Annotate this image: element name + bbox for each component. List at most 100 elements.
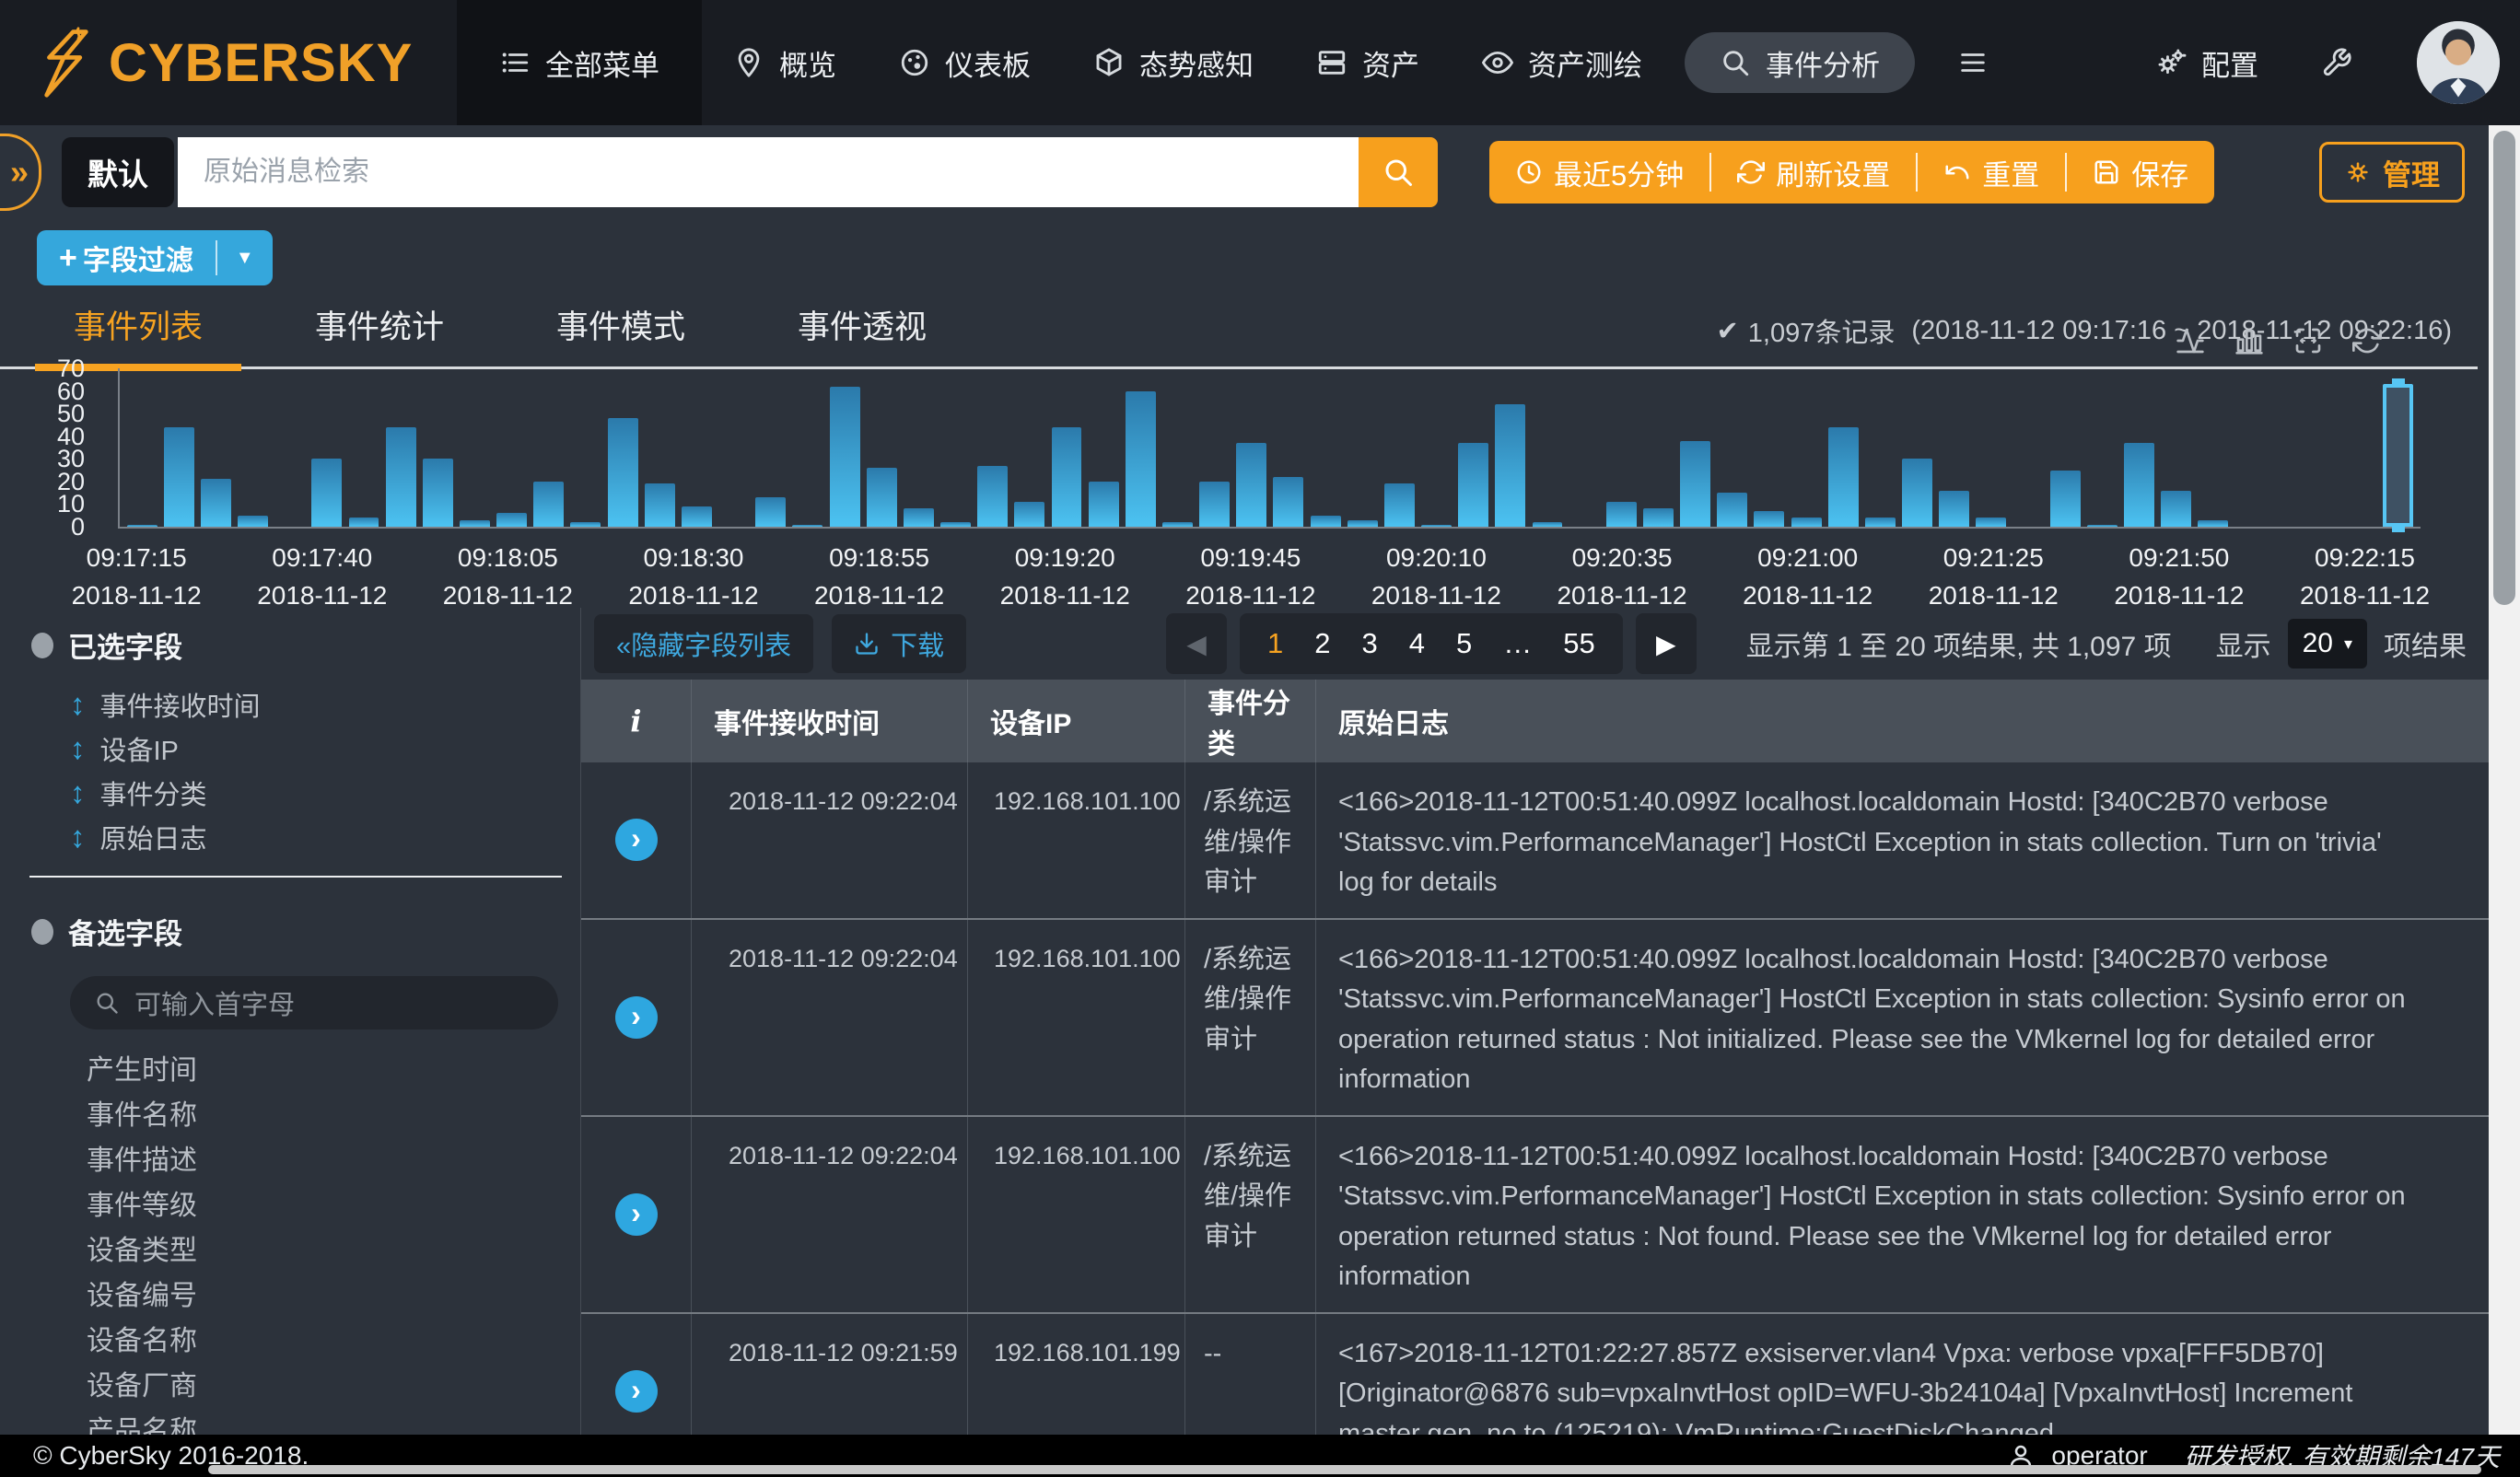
- line-chart-icon[interactable]: [2176, 326, 2205, 355]
- optional-field-item[interactable]: 事件描述: [0, 1134, 580, 1180]
- histogram-slot: [2083, 368, 2120, 527]
- histogram-slot: [567, 368, 604, 527]
- histogram-slot: [1381, 368, 1418, 527]
- nav-item-situation-awareness[interactable]: 态势感知: [1062, 0, 1285, 125]
- histogram-bar: [533, 482, 564, 527]
- hide-field-list-button[interactable]: «隐藏字段列表: [594, 614, 813, 673]
- histogram-bar: [1643, 508, 1674, 527]
- table-row[interactable]: ›2018-11-12 09:21:59192.168.101.199--<16…: [581, 1314, 2489, 1436]
- row-expand-icon[interactable]: ›: [615, 996, 658, 1039]
- table-row[interactable]: ›2018-11-12 09:22:04192.168.101.100/系统运维…: [581, 920, 2489, 1117]
- nav-item-label: 全部菜单: [545, 42, 659, 84]
- nav-item-more-menu[interactable]: [1926, 0, 2020, 125]
- selected-field-item[interactable]: ↕事件接收时间: [0, 682, 580, 727]
- optional-field-item[interactable]: 事件等级: [0, 1180, 580, 1225]
- add-field-filter-main[interactable]: + 字段过滤: [37, 238, 216, 278]
- nav-item-dashboard[interactable]: 仪表板: [868, 0, 1062, 125]
- x-tick-label: 09:21:502018-11-12: [2114, 540, 2244, 614]
- histogram-bar: [1348, 520, 1378, 527]
- nav-item-asset-mapping[interactable]: 资产测绘: [1451, 0, 1674, 125]
- selected-field-item[interactable]: ↕原始日志: [0, 815, 580, 859]
- page-number-2[interactable]: 2: [1314, 627, 1330, 660]
- x-tick-label: 09:18:052018-11-12: [443, 540, 573, 614]
- histogram-slot: [604, 368, 641, 527]
- histogram-slot: [1751, 368, 1788, 527]
- page-number-5[interactable]: 5: [1456, 627, 1472, 660]
- row-expand-icon[interactable]: ›: [615, 1370, 658, 1413]
- optional-field-item[interactable]: 事件名称: [0, 1089, 580, 1134]
- selected-field-item[interactable]: ↕事件分类: [0, 771, 580, 815]
- optional-field-item[interactable]: 设备类型: [0, 1225, 580, 1270]
- move-updown-icon: ↕: [70, 775, 86, 810]
- table-row[interactable]: ›2018-11-12 09:22:04192.168.101.100/系统运维…: [581, 762, 2489, 920]
- filter-dropdown-toggle[interactable]: ▼: [217, 248, 273, 269]
- vertical-scrollbar: [2489, 125, 2520, 1435]
- optional-field-item[interactable]: 设备厂商: [0, 1360, 580, 1405]
- row-expand-icon[interactable]: ›: [615, 1193, 658, 1236]
- nav-item-config[interactable]: 配置: [2124, 0, 2290, 125]
- selected-field-label: 原始日志: [100, 818, 207, 856]
- vertical-scrollbar-thumb[interactable]: [2493, 131, 2515, 605]
- optional-field-item[interactable]: 设备编号: [0, 1270, 580, 1315]
- user-avatar[interactable]: [2417, 21, 2500, 104]
- selected-field-item[interactable]: ↕设备IP: [0, 727, 580, 771]
- row-expand-icon[interactable]: ›: [615, 819, 658, 861]
- search-scope-button[interactable]: 默认: [62, 137, 174, 207]
- reset-button[interactable]: 重置: [1918, 153, 2067, 192]
- histogram-bar: [386, 427, 416, 527]
- page-number-4[interactable]: 4: [1409, 627, 1425, 660]
- raw-message-search-input[interactable]: [178, 137, 1359, 207]
- sidebar-expand-handle[interactable]: »: [0, 134, 41, 211]
- page-size-select[interactable]: 20 ▾: [2288, 619, 2367, 669]
- next-page-button[interactable]: ▶: [1636, 613, 1697, 674]
- search-button[interactable]: [1359, 137, 1438, 207]
- cybersky-logo[interactable]: CYBERSKY: [0, 27, 457, 99]
- prev-page-button[interactable]: ◀: [1166, 613, 1227, 674]
- page-number-3[interactable]: 3: [1362, 627, 1378, 660]
- nav-item-all-menus[interactable]: 全部菜单: [457, 0, 702, 125]
- refresh-chart-icon[interactable]: [2352, 326, 2382, 355]
- refresh-settings-button[interactable]: 刷新设置: [1711, 153, 1918, 192]
- histogram-slot: [2232, 368, 2269, 527]
- histogram-plot-area: [118, 368, 2421, 529]
- nav-item-event-analysis[interactable]: 事件分析: [1685, 32, 1915, 93]
- nav-item-overview[interactable]: 概览: [702, 0, 868, 125]
- bar-chart-icon[interactable]: [2234, 326, 2264, 355]
- tab-event-perspective[interactable]: 事件透视: [759, 301, 965, 366]
- histogram-bar: [460, 520, 490, 527]
- x-axis-labels: 09:17:152018-11-1209:17:402018-11-1209:1…: [118, 540, 2421, 608]
- column-header-2: 设备IP: [968, 680, 1185, 762]
- expand-icon[interactable]: [2293, 326, 2323, 355]
- histogram-bar: [1384, 483, 1415, 527]
- histogram-slot: [494, 368, 531, 527]
- page-number-1[interactable]: 1: [1267, 627, 1283, 660]
- histogram-slot: [1788, 368, 1825, 527]
- time-range-button[interactable]: 最近5分钟: [1489, 153, 1711, 192]
- horizontal-scrollbar-thumb[interactable]: [208, 1465, 2481, 1474]
- tab-list: 事件列表事件统计事件模式事件透视: [35, 301, 1000, 366]
- tab-event-pattern[interactable]: 事件模式: [518, 301, 724, 366]
- nav-item-label: 态势感知: [1139, 42, 1254, 84]
- nav-item-label: 资产: [1362, 42, 1419, 84]
- selected-bar[interactable]: [2383, 384, 2413, 527]
- histogram-slot: [1677, 368, 1714, 527]
- manage-button[interactable]: 管理: [2319, 142, 2465, 203]
- x-tick-label: 09:21:252018-11-12: [1929, 540, 2059, 614]
- optional-field-item[interactable]: 产品名称: [0, 1405, 580, 1435]
- histogram-bar: [1199, 482, 1230, 527]
- optional-field-item[interactable]: 产生时间: [0, 1044, 580, 1089]
- nav-item-tools[interactable]: [2290, 0, 2384, 125]
- save-button[interactable]: 保存: [2067, 153, 2214, 192]
- table-row[interactable]: ›2018-11-12 09:22:04192.168.101.100/系统运维…: [581, 1117, 2489, 1314]
- event-time-cell: 2018-11-12 09:21:59: [692, 1314, 968, 1436]
- page-number-55[interactable]: 55: [1563, 627, 1594, 660]
- field-search-input[interactable]: 可输入首字母: [70, 976, 558, 1029]
- refresh-settings-label: 刷新设置: [1776, 152, 1890, 193]
- nav-item-assets[interactable]: 资产: [1285, 0, 1451, 125]
- download-button[interactable]: 下载: [832, 614, 966, 673]
- histogram-slot: [1936, 368, 1973, 527]
- optional-field-item[interactable]: 设备名称: [0, 1315, 580, 1360]
- histogram-bar: [1865, 518, 1896, 527]
- event-histogram: 706050403020100 09:17:152018-11-1209:17:…: [0, 368, 2478, 608]
- tab-event-stats[interactable]: 事件统计: [276, 301, 483, 366]
